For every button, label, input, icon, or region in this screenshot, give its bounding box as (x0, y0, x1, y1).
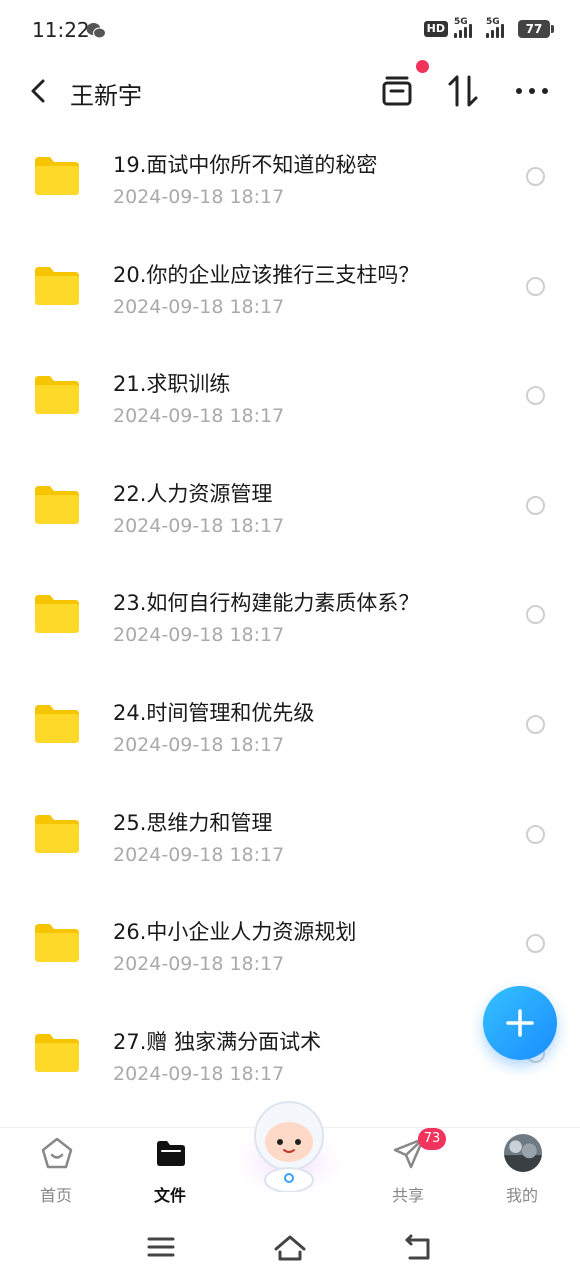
signal-label: 5G (486, 17, 500, 27)
file-date: 2024-09-18 18:17 (113, 405, 285, 428)
file-date: 2024-09-18 18:17 (113, 1062, 285, 1085)
folder-icon (35, 485, 79, 524)
file-name: 26.中小企业人力资源规划 (113, 920, 357, 945)
nav-me[interactable]: 我的 (482, 1128, 562, 1213)
file-date: 2024-09-18 18:17 (113, 514, 285, 537)
list-item[interactable]: 24.时间管理和优先级 2024-09-18 18:17 (0, 670, 580, 780)
assistant-mascot[interactable] (229, 1092, 349, 1192)
folder-icon (157, 1141, 185, 1166)
nav-label-home: 首页 (39, 1186, 72, 1205)
file-date: 2024-09-18 18:17 (113, 624, 285, 647)
battery-icon: 77 (518, 20, 554, 38)
file-name: 24.时间管理和优先级 (113, 700, 315, 725)
menu-icon[interactable] (144, 1230, 178, 1264)
nav-label-files: 文件 (153, 1186, 186, 1205)
more-icon[interactable] (514, 76, 550, 106)
status-bar: 11:22 HD 5G 5G 77 (0, 0, 580, 62)
select-checkbox[interactable] (526, 386, 545, 406)
signal-label: 5G (454, 17, 468, 27)
select-checkbox[interactable] (526, 714, 545, 734)
header: 王新宇 (0, 60, 580, 122)
file-name: 27.赠 独家满分面试术 (113, 1029, 322, 1054)
file-date: 2024-09-18 18:17 (113, 186, 285, 208)
select-checkbox[interactable] (526, 495, 545, 515)
archive-icon[interactable] (380, 74, 414, 108)
list-item[interactable]: 21.求职训练 2024-09-18 18:17 (0, 341, 580, 451)
back-icon[interactable] (24, 76, 54, 106)
select-checkbox[interactable] (526, 605, 545, 625)
status-time: 11:22 (32, 18, 90, 42)
file-name: 23.如何自行构建能力素质体系？ (113, 591, 420, 616)
select-checkbox[interactable] (526, 824, 545, 844)
list-item[interactable]: 25.思维力和管理 2024-09-18 18:17 (0, 780, 580, 890)
file-list: 19.面试中你所不知道的秘密 2024-09-18 18:17 20.你的企业应该推… (0, 122, 580, 1108)
avatar (504, 1134, 542, 1172)
select-checkbox[interactable] (526, 167, 545, 186)
file-name: 22.人力资源管理 (113, 481, 273, 506)
select-checkbox[interactable] (526, 276, 545, 296)
signal-icon: 5G (486, 17, 512, 38)
hd-badge: HD (423, 21, 448, 37)
file-name: 21.求职训练 (113, 372, 231, 397)
nav-files[interactable]: 文件 (130, 1128, 210, 1213)
file-name: 19.面试中你所不知道的秘密 (113, 153, 378, 177)
wechat-icon (86, 23, 106, 39)
file-date: 2024-09-18 18:17 (113, 733, 285, 756)
system-nav-bar (0, 1212, 580, 1282)
share-count-badge: 73 (418, 1128, 446, 1150)
list-item[interactable]: 19.面试中你所不知道的秘密 2024-09-18 18:17 (0, 122, 580, 232)
notification-dot (416, 60, 429, 73)
signal-icon: 5G (454, 17, 480, 38)
list-item[interactable]: 23.如何自行构建能力素质体系？ 2024-09-18 18:17 (0, 560, 580, 670)
list-item[interactable]: 20.你的企业应该推行三支柱吗？ 2024-09-18 18:17 (0, 232, 580, 342)
folder-icon (35, 376, 79, 415)
nav-home[interactable]: 首页 (16, 1128, 96, 1213)
file-date: 2024-09-18 18:17 (113, 295, 285, 318)
folder-icon (35, 266, 79, 305)
file-date: 2024-09-18 18:17 (113, 843, 285, 866)
add-button[interactable] (483, 986, 557, 1060)
folder-icon (35, 704, 79, 743)
folder-icon (35, 814, 79, 853)
folder-icon (35, 157, 79, 195)
page-title: 王新宇 (70, 82, 142, 110)
back-nav-icon[interactable] (402, 1230, 436, 1264)
folder-icon (35, 595, 79, 634)
select-checkbox[interactable] (526, 934, 545, 954)
file-name: 25.思维力和管理 (113, 810, 273, 835)
status-icons: HD 5G 5G 77 (423, 17, 554, 38)
home-nav-icon[interactable] (273, 1230, 307, 1264)
home-icon (41, 1137, 73, 1169)
nav-label-me: 我的 (505, 1186, 538, 1205)
plus-icon (506, 1009, 534, 1037)
list-item[interactable]: 22.人力资源管理 2024-09-18 18:17 (0, 451, 580, 561)
file-name: 20.你的企业应该推行三支柱吗？ (113, 262, 420, 287)
file-date: 2024-09-18 18:17 (113, 953, 285, 976)
list-item[interactable]: 26.中小企业人力资源规划 2024-09-18 18:17 (0, 889, 580, 999)
folder-icon (35, 1033, 79, 1072)
nav-label-share: 共享 (391, 1186, 424, 1205)
folder-icon (35, 924, 79, 963)
sort-icon[interactable] (446, 74, 480, 108)
